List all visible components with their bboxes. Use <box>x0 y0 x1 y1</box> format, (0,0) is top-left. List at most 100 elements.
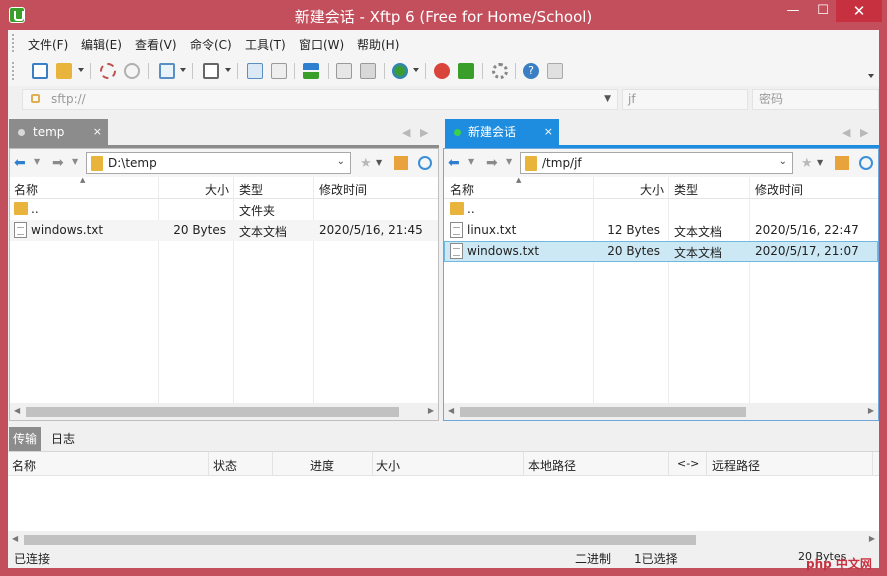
properties-icon[interactable] <box>159 63 175 79</box>
local-row-parent[interactable]: .. 文件夹 <box>10 199 438 220</box>
open-folder-icon[interactable] <box>56 63 72 79</box>
menu-command[interactable]: 命令(C) <box>190 36 232 53</box>
toolbar-overflow-icon[interactable] <box>868 74 874 78</box>
remote-path-input[interactable]: /tmp/jf ⌄ <box>520 152 793 174</box>
remote-horizontal-scrollbar[interactable]: ◀ ▶ <box>444 403 878 420</box>
tab-next-icon[interactable]: ▶ <box>420 126 428 139</box>
refresh-icon[interactable] <box>859 156 873 170</box>
local-row-file[interactable]: windows.txt 20 Bytes 文本文档 2020/5/16, 21:… <box>10 220 438 241</box>
refresh-icon[interactable] <box>418 156 432 170</box>
scroll-left-icon[interactable]: ◀ <box>12 534 18 543</box>
tab-prev-icon[interactable]: ◀ <box>842 126 850 139</box>
settings-gear-icon[interactable] <box>492 63 508 79</box>
tab-new-session[interactable]: 新建会话 × <box>445 119 559 145</box>
globe-dropdown-icon[interactable] <box>413 68 419 72</box>
column-type[interactable]: 类型 <box>239 181 263 198</box>
back-arrow-icon[interactable]: ⬅ <box>14 155 26 171</box>
remote-row-parent[interactable]: .. <box>444 199 878 220</box>
path-dropdown-icon[interactable]: ⌄ <box>337 156 345 167</box>
tab-log[interactable]: 日志 <box>47 427 79 451</box>
scrollbar-thumb[interactable] <box>24 535 696 545</box>
tab-next-icon[interactable]: ▶ <box>860 126 868 139</box>
copy-icon[interactable] <box>336 63 352 79</box>
transfer-icon[interactable] <box>303 63 319 79</box>
terminal-icon[interactable] <box>203 63 219 79</box>
favorite-dropdown-icon[interactable]: ▼ <box>817 158 831 172</box>
forward-dropdown-icon[interactable]: ▼ <box>72 157 78 166</box>
column-name[interactable]: 名称 <box>14 181 38 198</box>
forward-arrow-icon[interactable]: ➡ <box>52 155 64 171</box>
column-size[interactable]: 大小 <box>640 181 664 198</box>
forward-arrow-icon[interactable]: ➡ <box>486 155 498 171</box>
transfer-col-size[interactable]: 大小 <box>376 457 400 474</box>
forward-dropdown-icon[interactable]: ▼ <box>506 157 512 166</box>
transfer-list: 名称 状态 进度 大小 本地路径 <-> 远程路径 ◀ ▶ <box>8 451 879 548</box>
home-folder-icon[interactable] <box>394 156 408 170</box>
scroll-left-icon[interactable]: ◀ <box>14 406 20 415</box>
scroll-right-icon[interactable]: ▶ <box>869 534 875 543</box>
transfer-col-status[interactable]: 状态 <box>213 457 237 474</box>
upload-icon[interactable] <box>247 63 263 79</box>
path-dropdown-icon[interactable]: ⌄ <box>779 156 787 167</box>
host-input[interactable]: sftp:// ▼ <box>22 89 618 110</box>
download-icon[interactable] <box>271 63 287 79</box>
paste-icon[interactable] <box>360 63 376 79</box>
scrollbar-thumb[interactable] <box>460 407 746 417</box>
transfer-horizontal-scrollbar[interactable]: ◀ ▶ <box>8 531 879 548</box>
host-dropdown-icon[interactable]: ▼ <box>604 90 611 109</box>
local-path-input[interactable]: D:\temp ⌄ <box>86 152 351 174</box>
column-name[interactable]: 名称 <box>450 181 474 198</box>
menu-window[interactable]: 窗口(W) <box>299 36 344 53</box>
tab-prev-icon[interactable]: ◀ <box>402 126 410 139</box>
transfer-col-direction[interactable]: <-> <box>677 457 699 470</box>
username-input[interactable]: jf <box>622 89 748 110</box>
scroll-right-icon[interactable]: ▶ <box>868 406 874 415</box>
xshell-icon[interactable] <box>434 63 450 79</box>
menu-tools[interactable]: 工具(T) <box>245 36 286 53</box>
back-dropdown-icon[interactable]: ▼ <box>468 157 474 166</box>
close-button[interactable]: ✕ <box>836 0 882 22</box>
xftp-icon[interactable] <box>458 63 474 79</box>
tab-new-session-close-icon[interactable]: × <box>544 119 553 145</box>
new-session-icon[interactable] <box>32 63 48 79</box>
scrollbar-thumb[interactable] <box>26 407 399 417</box>
open-dropdown-icon[interactable] <box>78 68 84 72</box>
help-icon[interactable]: ? <box>523 63 539 79</box>
favorite-dropdown-icon[interactable]: ▼ <box>376 158 390 172</box>
tab-temp[interactable]: temp × <box>9 119 108 145</box>
home-folder-icon[interactable] <box>835 156 849 170</box>
transfer-col-local-path[interactable]: 本地路径 <box>528 457 576 474</box>
back-dropdown-icon[interactable]: ▼ <box>34 157 40 166</box>
tab-transfer[interactable]: 传输 <box>9 427 42 451</box>
scroll-right-icon[interactable]: ▶ <box>428 406 434 415</box>
chat-icon[interactable] <box>547 63 563 79</box>
favorite-star-icon[interactable]: ★ <box>360 156 374 171</box>
remote-row-file-selected[interactable]: windows.txt 20 Bytes 文本文档 2020/5/17, 21:… <box>444 241 878 262</box>
disconnect-icon[interactable] <box>124 63 140 79</box>
menu-view[interactable]: 查看(V) <box>135 36 177 53</box>
password-input[interactable]: 密码 <box>752 89 879 110</box>
maximize-button[interactable]: ☐ <box>808 0 838 22</box>
transfer-col-name[interactable]: 名称 <box>12 457 36 474</box>
remote-row-file[interactable]: linux.txt 12 Bytes 文本文档 2020/5/16, 22:47 <box>444 220 878 241</box>
scroll-left-icon[interactable]: ◀ <box>448 406 454 415</box>
transfer-col-progress[interactable]: 进度 <box>310 457 334 474</box>
menu-help[interactable]: 帮助(H) <box>357 36 399 53</box>
reconnect-icon[interactable] <box>100 63 116 79</box>
tab-temp-close-icon[interactable]: × <box>93 119 102 145</box>
column-size[interactable]: 大小 <box>205 181 229 198</box>
column-modified[interactable]: 修改时间 <box>319 181 367 198</box>
properties-dropdown-icon[interactable] <box>180 68 186 72</box>
terminal-dropdown-icon[interactable] <box>225 68 231 72</box>
local-horizontal-scrollbar[interactable]: ◀ ▶ <box>10 403 438 420</box>
globe-icon[interactable] <box>392 63 408 79</box>
minimize-button[interactable]: — <box>778 0 808 22</box>
folder-icon <box>14 202 28 215</box>
column-modified[interactable]: 修改时间 <box>755 181 803 198</box>
transfer-col-remote-path[interactable]: 远程路径 <box>712 457 760 474</box>
back-arrow-icon[interactable]: ⬅ <box>448 155 460 171</box>
menu-edit[interactable]: 编辑(E) <box>81 36 122 53</box>
column-type[interactable]: 类型 <box>674 181 698 198</box>
menu-file[interactable]: 文件(F) <box>28 36 68 53</box>
favorite-star-icon[interactable]: ★ <box>801 156 815 171</box>
